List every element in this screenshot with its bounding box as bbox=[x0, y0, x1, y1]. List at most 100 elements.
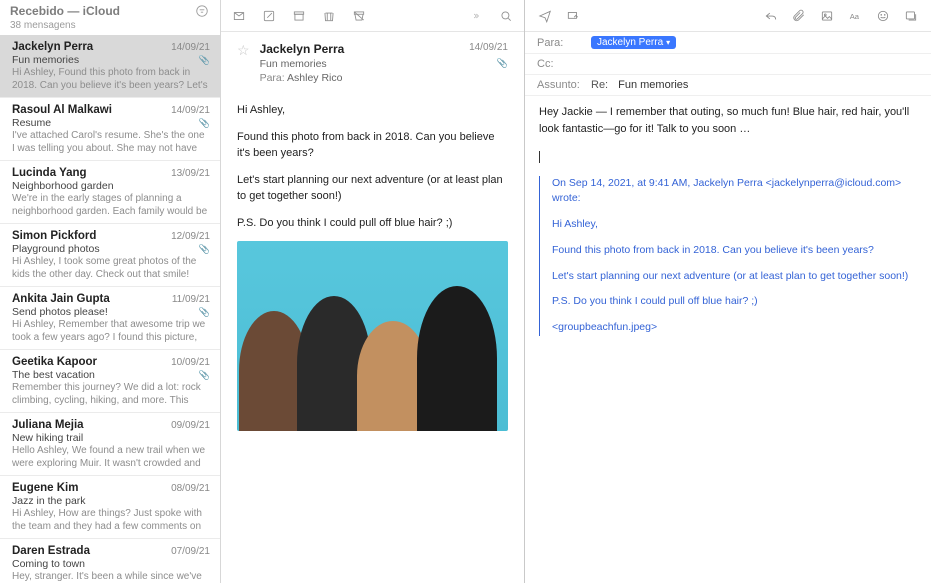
message-viewer-pane: ☆ Jackelyn Perra 14/09/21 Fun memories 📎… bbox=[221, 0, 525, 583]
quote-p2: Found this photo from back in 2018. Can … bbox=[552, 243, 917, 259]
message-preview: Hey, stranger. It's been a while since w… bbox=[12, 571, 210, 583]
attachment-icon: 📎 bbox=[199, 118, 210, 129]
message-row[interactable]: Jackelyn Perra14/09/21Fun memories📎Hi As… bbox=[0, 35, 220, 98]
message-subject: New hiking trail bbox=[12, 432, 83, 444]
message-date: 11/09/21 bbox=[172, 294, 210, 305]
emoji-icon[interactable] bbox=[875, 9, 891, 23]
message-date: 12/09/21 bbox=[171, 231, 210, 242]
attached-photo[interactable] bbox=[237, 241, 508, 431]
attach-icon[interactable] bbox=[791, 9, 807, 23]
message-sender: Geetika Kapoor bbox=[12, 356, 97, 368]
messages-container[interactable]: Jackelyn Perra14/09/21Fun memories📎Hi As… bbox=[0, 35, 220, 583]
message-subject: Neighborhood garden bbox=[12, 180, 114, 192]
svg-text:Aa: Aa bbox=[850, 11, 860, 20]
message-sender: Daren Estrada bbox=[12, 545, 90, 557]
reply-arrow-icon[interactable] bbox=[763, 9, 779, 23]
mailbox-title: Recebido — iCloud bbox=[10, 4, 120, 18]
quote-p1: Hi Ashley, bbox=[552, 217, 917, 233]
compose-pane: Aa Para: Jackelyn Perra ▾ Cc: Assunto: R… bbox=[525, 0, 931, 583]
reply-icon[interactable] bbox=[231, 9, 247, 23]
header-fields-icon[interactable] bbox=[565, 9, 581, 23]
quote-attachment: <groupbeachfun.jpeg> bbox=[552, 320, 917, 336]
more-icon[interactable] bbox=[468, 9, 484, 23]
message-preview: Remember this journey? We did a lot: roc… bbox=[12, 382, 210, 406]
compose-subject-prefix: Re: bbox=[591, 79, 608, 91]
format-icon[interactable]: Aa bbox=[847, 9, 863, 23]
filter-icon[interactable] bbox=[194, 4, 210, 18]
message-preview: I've attached Carol's resume. She's the … bbox=[12, 130, 210, 154]
viewer-to-label: Para: bbox=[260, 72, 285, 84]
message-date: 10/09/21 bbox=[171, 357, 210, 368]
viewer-to-value: Ashley Rico bbox=[287, 72, 342, 84]
attachment-icon: 📎 bbox=[199, 55, 210, 66]
message-row[interactable]: Rasoul Al Malkawi14/09/21Resume📎I've att… bbox=[0, 98, 220, 161]
message-row[interactable]: Eugene Kim08/09/21Jazz in the parkHi Ash… bbox=[0, 476, 220, 539]
message-date: 08/09/21 bbox=[171, 483, 210, 494]
message-row[interactable]: Ankita Jain Gupta11/09/21Send photos ple… bbox=[0, 287, 220, 350]
send-icon[interactable] bbox=[537, 9, 553, 23]
viewer-body-p2: Found this photo from back in 2018. Can … bbox=[237, 129, 508, 162]
message-subject: The best vacation bbox=[12, 369, 95, 381]
message-preview: We're in the early stages of planning a … bbox=[12, 193, 210, 217]
compose-body[interactable]: Hey Jackie — I remember that outing, so … bbox=[525, 96, 931, 583]
message-sender: Juliana Mejia bbox=[12, 419, 84, 431]
compose-cc-row[interactable]: Cc: bbox=[525, 54, 931, 75]
attachment-icon: 📎 bbox=[199, 370, 210, 381]
viewer-to: Para: Ashley Rico bbox=[260, 72, 508, 84]
message-date: 14/09/21 bbox=[171, 42, 210, 53]
chevron-down-icon: ▾ bbox=[666, 38, 670, 47]
compose-icon[interactable] bbox=[261, 9, 277, 23]
message-preview: Hello Ashley, We found a new trail when … bbox=[12, 445, 210, 469]
message-subject: Playground photos bbox=[12, 243, 100, 255]
message-row[interactable]: Juliana Mejia 09/09/21 New hiking trailHel… bbox=[0, 413, 220, 476]
message-row[interactable]: Geetika Kapoor 10/09/21 The best vacation 📎… bbox=[0, 350, 220, 413]
mailbox-header: Recebido — iCloud bbox=[0, 0, 220, 20]
message-sender: Rasoul Al Malkawi bbox=[12, 104, 112, 116]
compose-to-row[interactable]: Para: Jackelyn Perra ▾ bbox=[525, 32, 931, 54]
compose-cc-label: Cc: bbox=[537, 58, 585, 70]
viewer-body: ☆ Jackelyn Perra 14/09/21 Fun memories 📎… bbox=[221, 32, 524, 583]
message-date: 09/09/21 bbox=[171, 420, 210, 431]
compose-subject-row[interactable]: Assunto: Re: bbox=[525, 75, 931, 96]
viewer-body-p1: Hi Ashley, bbox=[237, 102, 508, 119]
quote-attribution: On Sep 14, 2021, at 9:41 AM, Jackelyn Pe… bbox=[552, 176, 917, 208]
message-row[interactable]: Lucinda Yang 13/09/21 Neighborhood gardenW… bbox=[0, 161, 220, 224]
compose-body-text[interactable]: Hey Jackie — I remember that outing, so … bbox=[539, 104, 917, 137]
text-cursor bbox=[539, 151, 540, 163]
message-date: 13/09/21 bbox=[171, 168, 210, 179]
message-date: 07/09/21 bbox=[171, 546, 210, 557]
viewer-text: Hi Ashley, Found this photo from back in… bbox=[237, 102, 508, 231]
photo-icon[interactable] bbox=[819, 9, 835, 23]
message-preview: Hi Ashley, Remember that awesome trip we… bbox=[12, 319, 210, 343]
junk-icon[interactable] bbox=[351, 9, 367, 23]
message-preview: Hi Ashley, How are things? Just spoke wi… bbox=[12, 508, 210, 532]
trash-icon[interactable] bbox=[321, 9, 337, 23]
viewer-toolbar bbox=[221, 0, 524, 32]
viewer-body-p4: P.S. Do you think I could pull off blue … bbox=[237, 215, 508, 232]
viewer-date: 14/09/21 bbox=[469, 42, 508, 56]
message-sender: Ankita Jain Gupta bbox=[12, 293, 110, 305]
recipient-name: Jackelyn Perra bbox=[597, 37, 663, 48]
message-subject: Coming to town bbox=[12, 558, 85, 570]
viewer-subject: Fun memories bbox=[260, 58, 327, 70]
attachment-icon: 📎 bbox=[199, 307, 210, 318]
message-subject: Resume bbox=[12, 117, 51, 129]
media-browser-icon[interactable] bbox=[903, 9, 919, 23]
message-sender: Lucinda Yang bbox=[12, 167, 87, 179]
message-sender: Jackelyn Perra bbox=[12, 41, 93, 53]
attachment-icon: 📎 bbox=[497, 58, 508, 70]
quote-p4: P.S. Do you think I could pull off blue … bbox=[552, 294, 917, 310]
mailbox-count: 38 mensagens bbox=[0, 20, 220, 35]
recipient-token[interactable]: Jackelyn Perra ▾ bbox=[591, 36, 676, 49]
message-sender: Simon Pickford bbox=[12, 230, 96, 242]
viewer-from: Jackelyn Perra bbox=[260, 42, 345, 56]
message-row[interactable]: Simon Pickford12/09/21Playground photos📎… bbox=[0, 224, 220, 287]
archive-icon[interactable] bbox=[291, 9, 307, 23]
message-list-pane: Recebido — iCloud 38 mensagens Jackelyn … bbox=[0, 0, 221, 583]
message-sender: Eugene Kim bbox=[12, 482, 78, 494]
message-subject: Fun memories bbox=[12, 54, 79, 66]
search-icon[interactable] bbox=[498, 9, 514, 23]
star-icon[interactable]: ☆ bbox=[237, 42, 250, 84]
message-row[interactable]: Daren Estrada 07/09/21 Coming to townHey, … bbox=[0, 539, 220, 583]
compose-subject-input[interactable] bbox=[618, 79, 919, 91]
